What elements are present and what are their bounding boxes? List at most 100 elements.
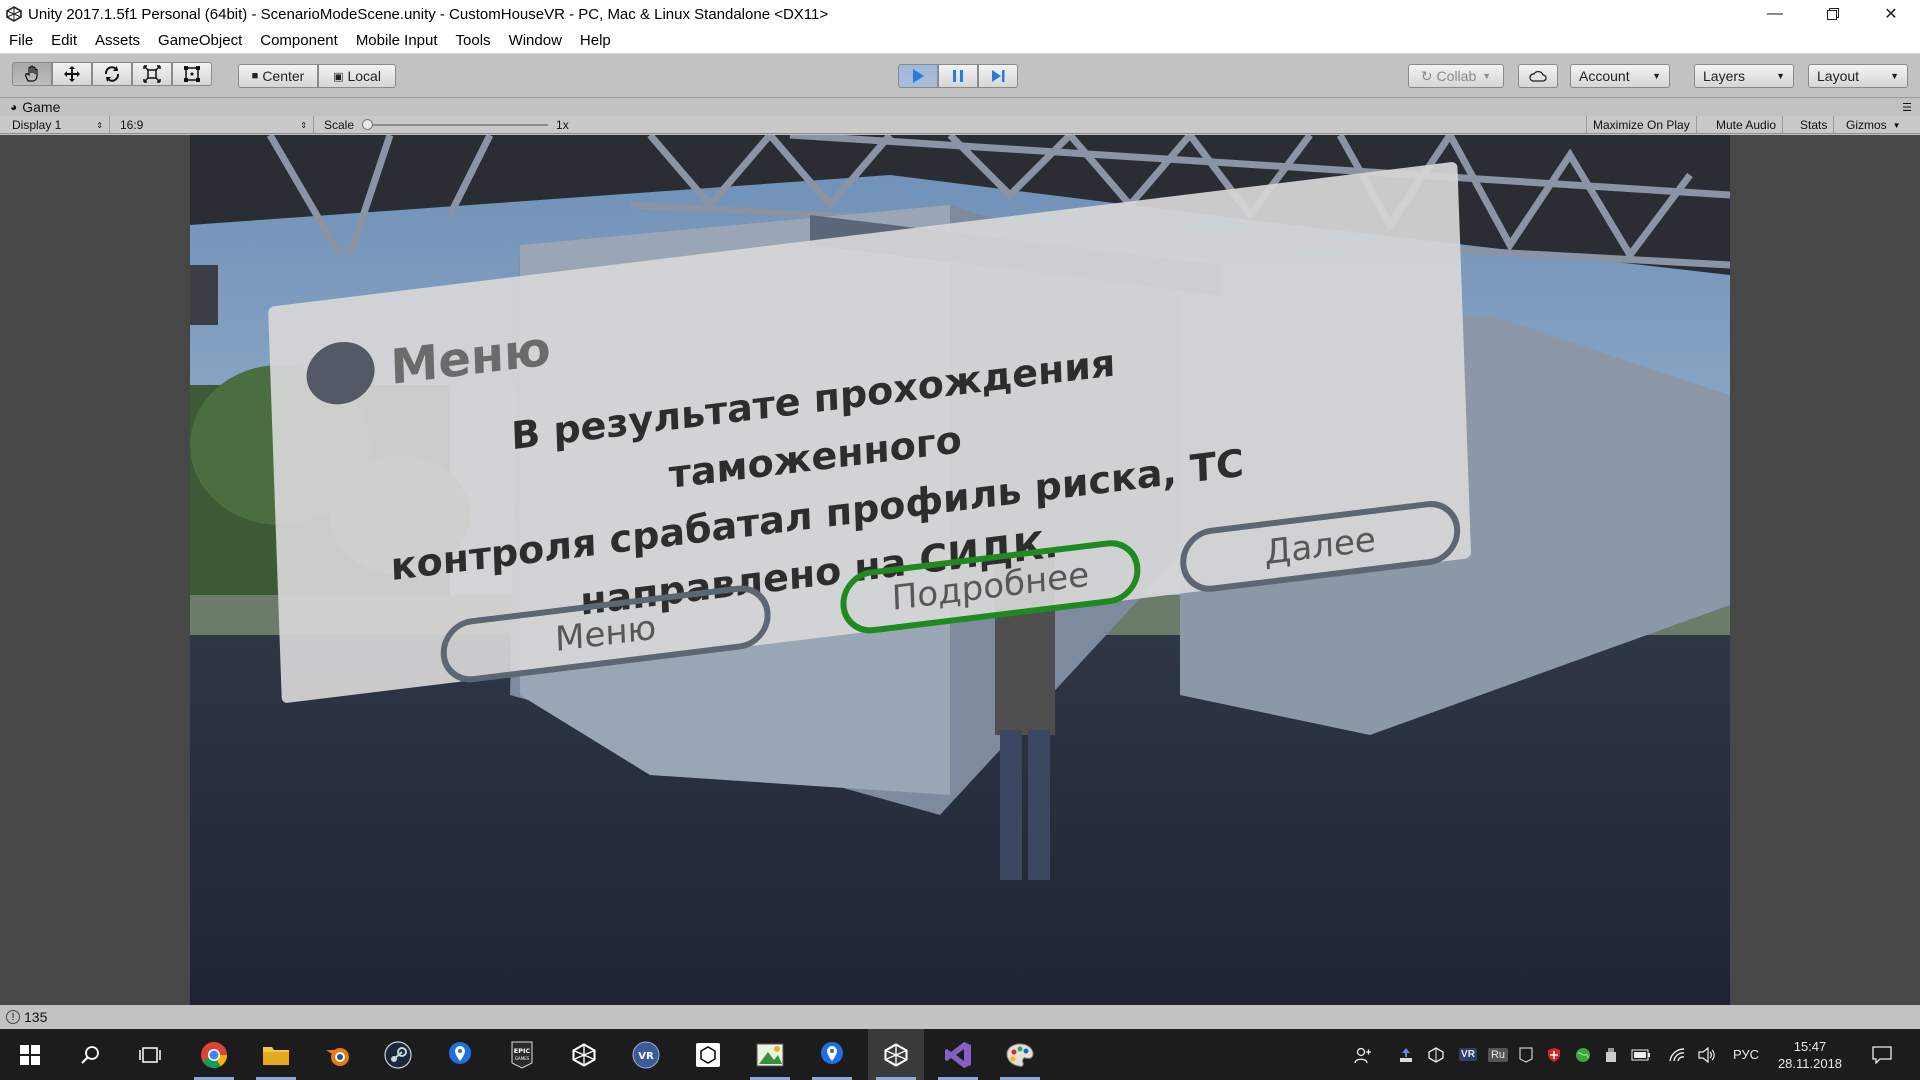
unity-icon: [884, 1042, 908, 1067]
tray-network-share[interactable]: [1395, 1029, 1417, 1080]
hand-tool-button[interactable]: [12, 62, 52, 86]
chevron-down-icon: ▼: [1890, 71, 1899, 81]
collab-dropdown[interactable]: ↻ Collab ▼: [1408, 64, 1504, 88]
chrome-icon: [201, 1041, 228, 1068]
account-dropdown[interactable]: Account ▼: [1570, 64, 1670, 88]
layers-label: Layers: [1703, 68, 1746, 84]
window-title: Unity 2017.1.5f1 Personal (64bit) - Scen…: [28, 5, 829, 23]
status-count: 135: [24, 1009, 48, 1025]
taskbar-vr[interactable]: VR: [618, 1029, 674, 1080]
move-tool-button[interactable]: [52, 62, 92, 86]
clock-date: 28.11.2018: [1777, 1055, 1843, 1071]
scale-label: Scale: [324, 118, 355, 132]
menu-bar: File Edit Assets GameObject Component Mo…: [0, 28, 1920, 54]
dialog-badge-circle: [305, 338, 376, 409]
tray-volume[interactable]: [1696, 1029, 1718, 1080]
tray-unity[interactable]: [1425, 1029, 1447, 1080]
layers-dropdown[interactable]: Layers ▼: [1694, 64, 1794, 88]
taskbar-chrome[interactable]: [186, 1029, 242, 1080]
taskbar-steam[interactable]: [370, 1029, 426, 1080]
stats-toggle[interactable]: Stats: [1794, 116, 1835, 134]
minimize-button[interactable]: —: [1746, 0, 1804, 28]
menu-help[interactable]: Help: [571, 32, 620, 49]
rect-tool-button[interactable]: [172, 62, 212, 86]
tab-game[interactable]: ◕ Game: [10, 99, 60, 115]
menu-assets[interactable]: Assets: [86, 32, 149, 49]
maximize-on-play-toggle[interactable]: Maximize On Play: [1586, 116, 1697, 134]
taskbar-blender[interactable]: [310, 1029, 366, 1080]
search-button[interactable]: [62, 1029, 118, 1080]
scale-tool-button[interactable]: [132, 62, 172, 86]
tray-language[interactable]: РУС: [1726, 1029, 1766, 1080]
tray-epic[interactable]: [1515, 1029, 1537, 1080]
mute-audio-toggle[interactable]: Mute Audio: [1710, 116, 1784, 134]
game-scene[interactable]: Меню В результате прохождения таможенног…: [190, 135, 1730, 1005]
taskbar-unity-hub[interactable]: [556, 1029, 612, 1080]
title-bar: Unity 2017.1.5f1 Personal (64bit) - Scen…: [0, 0, 1920, 28]
map-pin-icon: [821, 1041, 843, 1064]
game-pacman-icon: ◕: [10, 100, 18, 114]
taskbar-epic-games[interactable]: EPIC GAMES: [494, 1029, 550, 1080]
tray-language-badge[interactable]: Ru: [1486, 1029, 1510, 1080]
cloud-icon: [1529, 70, 1547, 82]
menu-component[interactable]: Component: [251, 32, 347, 49]
epic-games-icon: EPICGAMES: [511, 1041, 533, 1069]
taskbar-unity-editor[interactable]: [868, 1029, 924, 1080]
menu-gameobject[interactable]: GameObject: [149, 32, 251, 49]
pause-button[interactable]: [938, 64, 978, 88]
tray-green-app[interactable]: [1572, 1029, 1594, 1080]
display-select[interactable]: Display 1 ⇕: [6, 116, 110, 134]
restore-icon: [1827, 8, 1839, 20]
vr-icon: VR: [632, 1041, 660, 1068]
tray-vr[interactable]: VR: [1457, 1029, 1479, 1080]
aspect-select[interactable]: 16:9 ⇕: [114, 116, 314, 134]
tray-clock[interactable]: 15:47 28.11.2018: [1770, 1029, 1850, 1080]
scale-value: 1x: [556, 118, 569, 132]
cloud-button[interactable]: [1518, 64, 1558, 88]
taskbar-visual-studio[interactable]: [930, 1029, 986, 1080]
menu-tools[interactable]: Tools: [447, 32, 500, 49]
step-button[interactable]: [978, 64, 1018, 88]
visual-studio-icon: [945, 1041, 971, 1068]
taskbar-paint[interactable]: [992, 1029, 1048, 1080]
tray-usb[interactable]: [1600, 1029, 1622, 1080]
menu-button-label: Меню: [554, 607, 657, 661]
taskbar-maps-2[interactable]: [804, 1029, 860, 1080]
menu-mobile-input[interactable]: Mobile Input: [347, 32, 447, 49]
restore-button[interactable]: [1804, 0, 1862, 28]
taskbar-maps[interactable]: [432, 1029, 488, 1080]
rotate-tool-button[interactable]: [92, 62, 132, 86]
folder-icon: [263, 1046, 289, 1065]
scale-slider-thumb[interactable]: [362, 119, 374, 130]
menu-edit[interactable]: Edit: [42, 32, 86, 49]
status-bar: ! 135: [0, 1005, 1920, 1029]
action-center-button[interactable]: [1862, 1029, 1902, 1080]
svg-text:VR: VR: [638, 1051, 654, 1062]
tab-menu-icon[interactable]: ☰: [1902, 101, 1912, 114]
taskbar-file-explorer[interactable]: [248, 1029, 304, 1080]
close-button[interactable]: ✕: [1862, 0, 1920, 28]
speaker-icon: [1698, 1046, 1715, 1063]
layout-dropdown[interactable]: Layout ▼: [1808, 64, 1908, 88]
rotate-icon: [104, 66, 120, 82]
task-view-button[interactable]: [122, 1029, 178, 1080]
tray-battery[interactable]: [1630, 1029, 1652, 1080]
play-button[interactable]: [898, 64, 938, 88]
people-button[interactable]: [1350, 1029, 1376, 1080]
epic-tray-icon: [1519, 1047, 1533, 1063]
tray-antivirus[interactable]: [1543, 1029, 1565, 1080]
tray-wifi[interactable]: [1666, 1029, 1688, 1080]
step-icon: [992, 70, 1005, 82]
scale-slider[interactable]: [362, 119, 549, 130]
gizmos-label: Gizmos: [1846, 118, 1887, 132]
gizmos-dropdown[interactable]: Gizmos ▼: [1840, 116, 1907, 134]
game-view: Меню В результате прохождения таможенног…: [0, 135, 1920, 1005]
menu-file[interactable]: File: [0, 32, 42, 49]
minimize-icon: —: [1767, 5, 1783, 22]
start-button[interactable]: [2, 1029, 58, 1080]
taskbar-image-editor[interactable]: [742, 1029, 798, 1080]
space-local-button[interactable]: ▣ Local: [318, 64, 396, 88]
menu-window[interactable]: Window: [500, 32, 571, 49]
pivot-center-button[interactable]: ■ Center: [238, 64, 318, 88]
taskbar-unity-collab[interactable]: [680, 1029, 736, 1080]
